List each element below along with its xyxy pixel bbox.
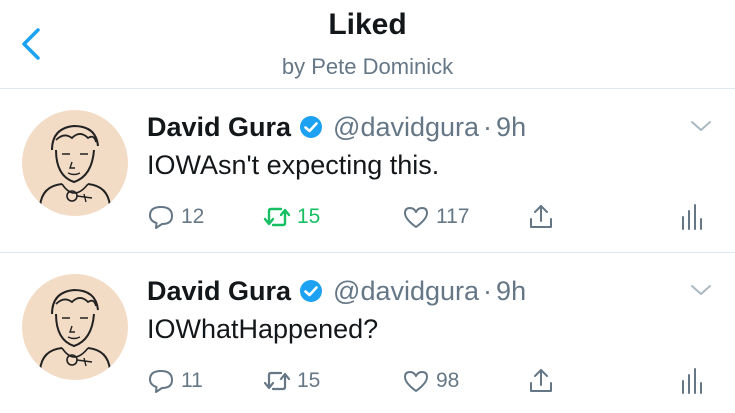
tweet-text: IOWhatHappened? [147,314,379,344]
author-name[interactable]: David Gura [147,112,291,143]
retweet-icon [263,371,291,391]
author-handle[interactable]: @davidgura [333,276,479,307]
tweet[interactable]: David Gura @davidgura · 9h IOWAsn't expe… [0,90,735,253]
author-handle[interactable]: @davidgura [333,112,479,143]
tweet-time: 9h [496,275,527,306]
avatar[interactable] [22,274,128,380]
retweet-count: 15 [297,369,321,392]
tweet-header: David Gura @davidgura · 9h [147,274,526,308]
reply-button[interactable]: 12 [147,202,204,232]
share-button[interactable] [527,202,555,232]
tweet-actions: 11 15 98 [147,366,717,396]
retweet-button[interactable]: 15 [263,202,320,232]
reply-icon [149,370,173,393]
reply-icon [149,206,173,229]
verified-badge-icon [300,280,323,302]
share-button[interactable] [527,366,555,396]
tweet-header: David Gura @davidgura · 9h [147,110,526,144]
separator-dot: · [483,111,493,142]
page-title: Liked [328,8,407,41]
retweet-icon [263,207,291,227]
avatar-sketch-icon [39,288,111,371]
like-count: 98 [436,369,460,392]
like-icon [404,207,428,228]
reply-button[interactable]: 11 [147,366,203,396]
analytics-icon [682,204,702,230]
analytics-button[interactable] [677,202,705,232]
share-icon [530,369,552,392]
verified-badge-icon [300,116,323,138]
avatar-sketch-icon [39,124,111,207]
like-button[interactable]: 98 [402,366,459,396]
analytics-icon [682,368,702,394]
separator-dot: · [483,275,493,306]
like-count: 117 [436,205,470,228]
like-button[interactable]: 117 [402,202,469,232]
tweet-text: IOWAsn't expecting this. [147,150,440,180]
tweet-time: 9h [496,111,527,142]
caret-down-icon[interactable] [689,116,713,136]
avatar[interactable] [22,110,128,216]
retweet-button[interactable]: 15 [263,366,320,396]
retweet-count: 15 [297,205,321,228]
reply-count: 11 [181,369,203,392]
like-icon [404,371,428,392]
analytics-button[interactable] [677,366,705,396]
nav-header: Liked by Pete Dominick [0,0,735,89]
tweet[interactable]: David Gura @davidgura · 9h IOWhatHappene… [0,254,735,413]
author-name[interactable]: David Gura [147,276,291,307]
share-icon [530,205,552,228]
page-subtitle: by Pete Dominick [281,54,454,79]
reply-count: 12 [181,205,205,228]
caret-down-icon[interactable] [689,280,713,300]
tweet-actions: 12 15 117 [147,202,717,232]
